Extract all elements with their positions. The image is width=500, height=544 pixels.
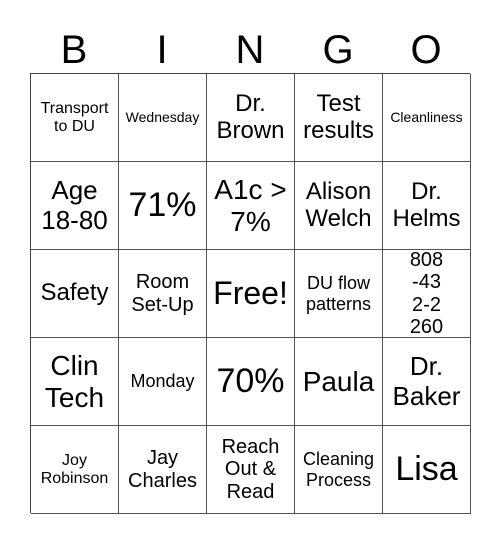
bingo-cell[interactable]: 70% xyxy=(207,338,295,426)
bingo-cell[interactable]: DU flow patterns xyxy=(295,250,383,338)
bingo-cell[interactable]: Room Set-Up xyxy=(119,250,207,338)
bingo-cell[interactable]: Cleaning Process xyxy=(295,426,383,514)
bingo-cell[interactable]: Transport to DU xyxy=(31,74,119,162)
bingo-cell[interactable]: Paula xyxy=(295,338,383,426)
header-letter-g: G xyxy=(322,28,354,72)
bingo-cell[interactable]: Wednesday xyxy=(119,74,207,162)
bingo-cell[interactable]: A1c > 7% xyxy=(207,162,295,250)
bingo-cell[interactable]: Lisa xyxy=(383,426,471,514)
bingo-cell[interactable]: Monday xyxy=(119,338,207,426)
bingo-cell[interactable]: Jay Charles xyxy=(119,426,207,514)
header-letter-b: B xyxy=(60,28,88,72)
bingo-cell[interactable]: Alison Welch xyxy=(295,162,383,250)
bingo-cell[interactable]: 808-432-2260 xyxy=(383,250,471,338)
bingo-grid: Transport to DU Wednesday Dr. Brown Test… xyxy=(30,73,471,514)
bingo-cell[interactable]: Safety xyxy=(31,250,119,338)
free-space-cell[interactable]: Free! xyxy=(207,250,295,338)
header-letter-o: O xyxy=(410,28,442,72)
bingo-cell[interactable]: Clin Tech xyxy=(31,338,119,426)
bingo-cell[interactable]: 71% xyxy=(119,162,207,250)
bingo-cell[interactable]: Joy Robinson xyxy=(31,426,119,514)
bingo-header: B I N G O xyxy=(30,30,470,70)
header-letter-i: I xyxy=(156,28,168,72)
bingo-cell[interactable]: Dr. Brown xyxy=(207,74,295,162)
bingo-cell[interactable]: Dr. Baker xyxy=(383,338,471,426)
bingo-cell[interactable]: Reach Out & Read xyxy=(207,426,295,514)
header-letter-n: N xyxy=(235,28,265,72)
bingo-cell[interactable]: Cleanliness xyxy=(383,74,471,162)
bingo-cell[interactable]: Age 18-80 xyxy=(31,162,119,250)
bingo-cell[interactable]: Test results xyxy=(295,74,383,162)
bingo-cell[interactable]: Dr. Helms xyxy=(383,162,471,250)
